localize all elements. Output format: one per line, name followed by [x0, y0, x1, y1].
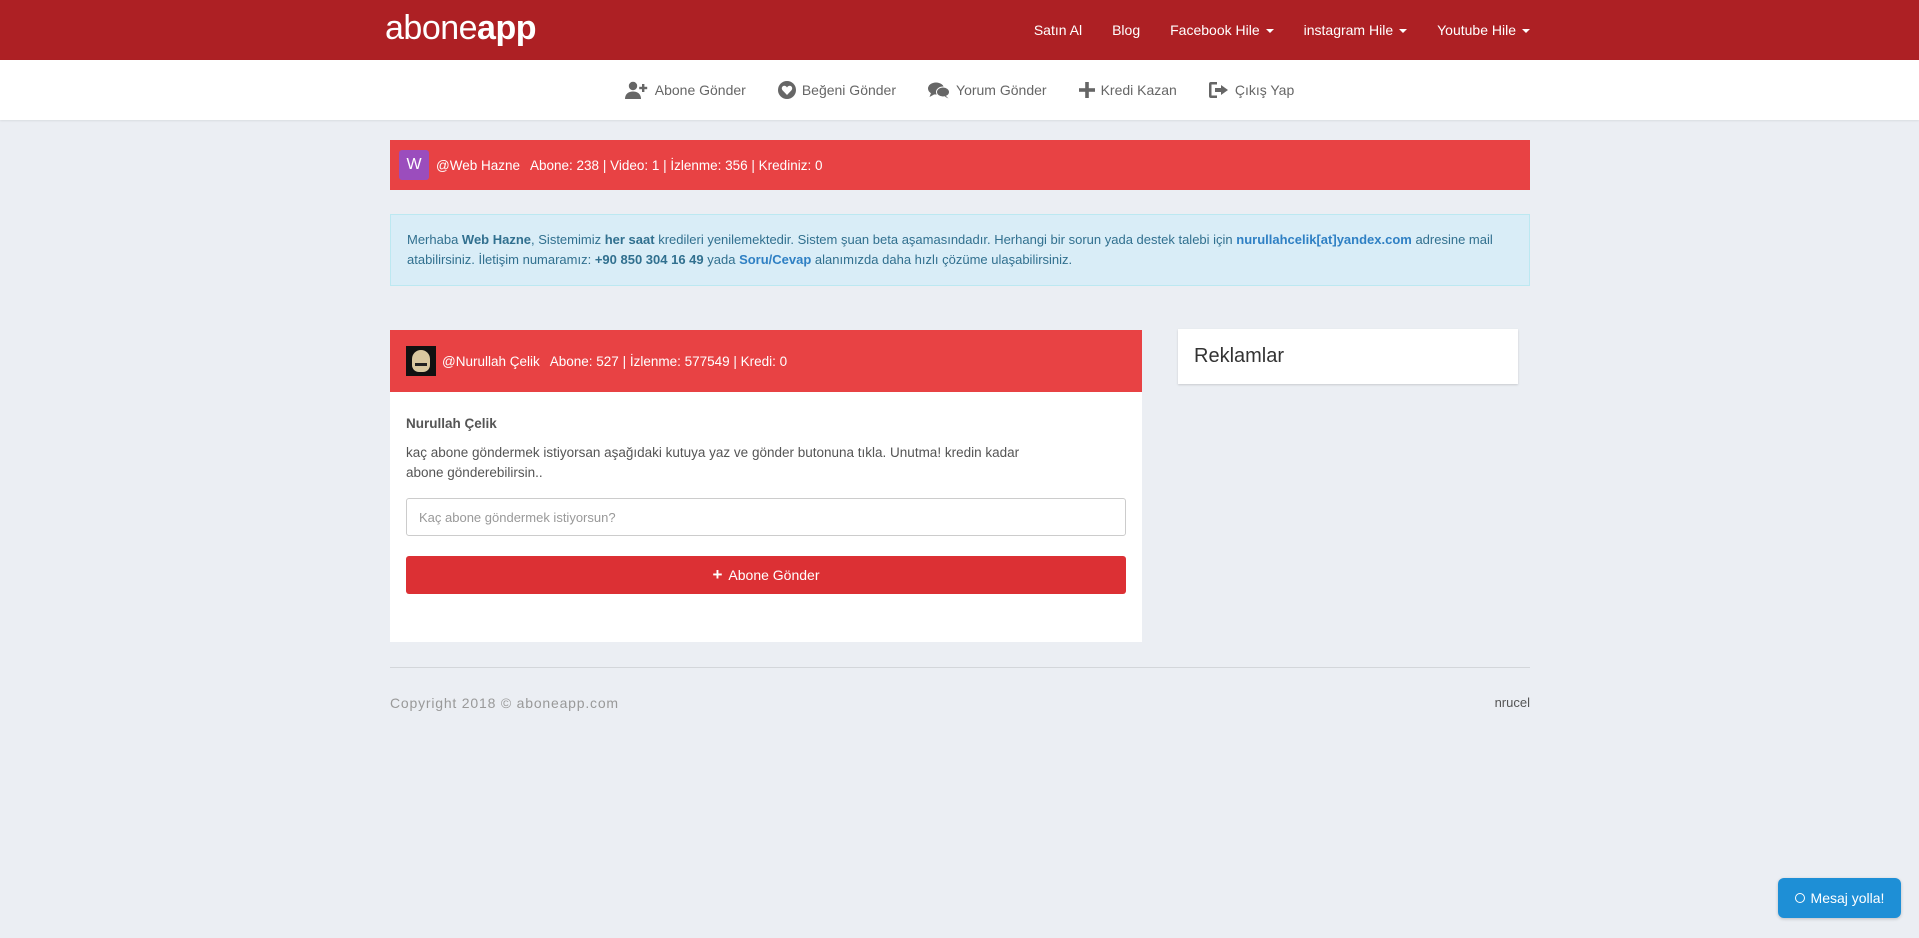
nav-facebook-hile[interactable]: Facebook Hile [1170, 22, 1274, 38]
alert-text: kredileri yenilemektedir. Sistem şuan be… [654, 232, 1237, 247]
footer-divider [390, 667, 1530, 668]
comments-icon [928, 82, 951, 98]
nav-label: Çıkış Yap [1234, 82, 1295, 98]
channel-name: Nurullah Çelik [406, 416, 497, 431]
nav-instagram-hile[interactable]: instagram Hile [1303, 22, 1408, 38]
plus-icon [1078, 82, 1095, 98]
nav-label: Satın Al [1033, 22, 1083, 38]
chat-button[interactable]: Mesaj yolla! [1778, 878, 1901, 918]
nav-label: Youtube Hile [1437, 22, 1516, 38]
panel-header: @Nurullah Çelik Abone: 527 | İzlenme: 57… [390, 330, 1142, 392]
brand-part1: abone [385, 9, 478, 47]
nav-abone-gonder[interactable]: Abone Gönder [624, 81, 746, 99]
heart-circle-icon [777, 81, 796, 99]
channel-avatar [406, 346, 436, 376]
nav-label: Yorum Gönder [956, 82, 1047, 98]
support-email-link[interactable]: nurullahcelik[at]yandex.com [1236, 232, 1412, 247]
sign-out-icon [1208, 82, 1228, 98]
send-subscriber-panel: @Nurullah Çelik Abone: 527 | İzlenme: 57… [390, 330, 1142, 642]
contact-phone: +90 850 304 16 49 [594, 252, 704, 267]
footer-credit[interactable]: nrucel [1495, 695, 1530, 710]
caret-down-icon [1399, 29, 1408, 33]
nav-cikis-yap[interactable]: Çıkış Yap [1208, 82, 1295, 98]
top-nav-menu: Satın Al Blog Facebook Hile instagram Hi… [1004, 0, 1530, 60]
ads-title: Reklamlar [1194, 345, 1285, 367]
brand-part2: app [477, 9, 536, 47]
top-navbar: aboneapp Satın Al Blog Facebook Hile ins… [0, 0, 1919, 60]
send-subscriber-button[interactable]: + Abone Gönder [406, 556, 1126, 594]
alert-text: yada [703, 252, 740, 267]
user-info-bar: W @Web Hazne Abone: 238 | Video: 1 | İzl… [390, 140, 1530, 190]
nav-yorum-gonder[interactable]: Yorum Gönder [928, 82, 1047, 99]
chat-label: Mesaj yolla! [1810, 890, 1885, 906]
caret-down-icon [1522, 29, 1530, 33]
copyright: Copyright 2018 © aboneapp.com [390, 695, 619, 711]
user-stats: Abone: 238 | Video: 1 | İzlenme: 356 | K… [530, 157, 823, 173]
nav-youtube-hile[interactable]: Youtube Hile [1437, 22, 1530, 38]
nav-label: instagram Hile [1303, 22, 1394, 38]
nav-label: Kredi Kazan [1100, 82, 1177, 98]
nav-blog[interactable]: Blog [1112, 22, 1140, 38]
info-alert: Merhaba Web Hazne, Sistemimiz her saat k… [390, 214, 1530, 286]
alert-frequency: her saat [604, 232, 655, 247]
user-plus-icon [624, 81, 647, 99]
faq-link[interactable]: Soru/Cevap [739, 252, 811, 267]
nav-label: Blog [1112, 22, 1141, 38]
chat-circle-icon [1794, 893, 1805, 903]
channel-handle: @Nurullah Çelik [442, 353, 540, 369]
button-label: Abone Gönder [728, 567, 820, 583]
avatar: W [399, 150, 429, 180]
alert-text: alanımızda daha hızlı çözüme ulaşabilirs… [811, 252, 1073, 267]
ads-box: Reklamlar [1178, 329, 1518, 384]
caret-down-icon [1265, 29, 1274, 33]
brand-logo[interactable]: aboneapp [385, 6, 536, 50]
action-nav: Abone Gönder Beğeni Gönder Yorum Gönder … [0, 60, 1919, 120]
instructions-text: kaç abone göndermek istiyorsan aşağıdaki… [406, 445, 1020, 480]
alert-text: Merhaba [407, 232, 462, 247]
panel-body: Nurullah Çelik kaç abone göndermek istiy… [390, 392, 1142, 594]
nav-satin-al[interactable]: Satın Al [1034, 22, 1082, 38]
nav-label: Beğeni Gönder [801, 82, 897, 98]
nav-begeni-gonder[interactable]: Beğeni Gönder [777, 81, 897, 99]
nav-label: Abone Gönder [654, 82, 746, 98]
user-handle: @Web Hazne [436, 157, 520, 173]
nav-kredi-kazan[interactable]: Kredi Kazan [1078, 82, 1177, 98]
alert-text: , Sistemimiz [531, 232, 605, 247]
channel-stats: Abone: 527 | İzlenme: 577549 | Kredi: 0 [549, 353, 788, 369]
subscriber-count-input[interactable]: Kaç abone göndermek istiyorsun? [406, 498, 1126, 536]
plus-icon: + [712, 565, 723, 584]
alert-name: Web Hazne [461, 232, 532, 247]
nav-label: Facebook Hile [1170, 22, 1260, 38]
